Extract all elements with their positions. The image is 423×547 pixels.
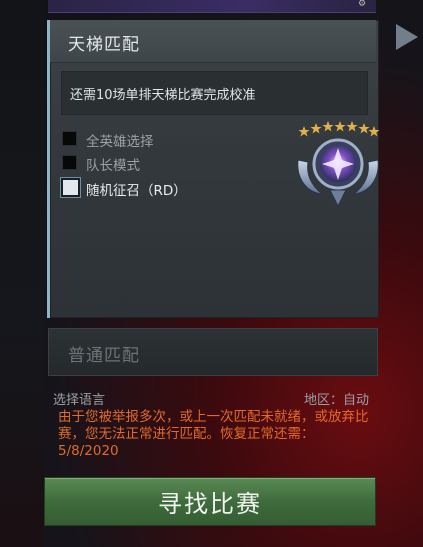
- left-sidebar-strip: [0, 0, 44, 547]
- settings-icon[interactable]: ⚙: [358, 0, 370, 9]
- region-selector[interactable]: 地区：自动: [304, 389, 369, 408]
- top-banner: ⚙: [48, 0, 376, 13]
- select-language-link[interactable]: 选择语言: [53, 389, 105, 408]
- option-random-draft-label: 随机征召（RD）: [86, 183, 187, 199]
- option-all-pick-label: 全英雄选择: [86, 134, 154, 150]
- option-captains-mode-label: 队长模式: [86, 158, 140, 174]
- normal-title: 普通匹配: [68, 346, 140, 366]
- checkbox-random-draft[interactable]: [61, 178, 80, 197]
- find-match-button[interactable]: 寻找比赛: [44, 477, 376, 526]
- normal-matchmaking-panel[interactable]: 普通匹配: [48, 328, 378, 376]
- ranked-header[interactable]: 天梯匹配: [50, 20, 376, 63]
- meta-row: 选择语言 地区：自动: [53, 389, 369, 408]
- find-match-label: 寻找比赛: [158, 490, 262, 518]
- matchmaking-ban-warning: 由于您被举报多次，或上一次匹配未就绪，或放弃比赛，您无法正常进行匹配。恢复正常还…: [58, 409, 369, 459]
- checkbox-all-pick[interactable]: [62, 131, 77, 146]
- ranked-matchmaking-panel: 天梯匹配 还需10场单排天梯比赛完成校准 全英雄选择 队长模式 随机征召（RD）: [47, 20, 380, 318]
- calibration-notice-text: 还需10场单排天梯比赛完成校准: [70, 88, 256, 103]
- checkbox-captains-mode[interactable]: [62, 155, 77, 170]
- rank-medal-icon: [297, 121, 380, 208]
- calibration-notice: 还需10场单排天梯比赛完成校准: [61, 71, 368, 115]
- ranked-title: 天梯匹配: [68, 35, 140, 55]
- expand-arrow-icon[interactable]: [396, 24, 418, 50]
